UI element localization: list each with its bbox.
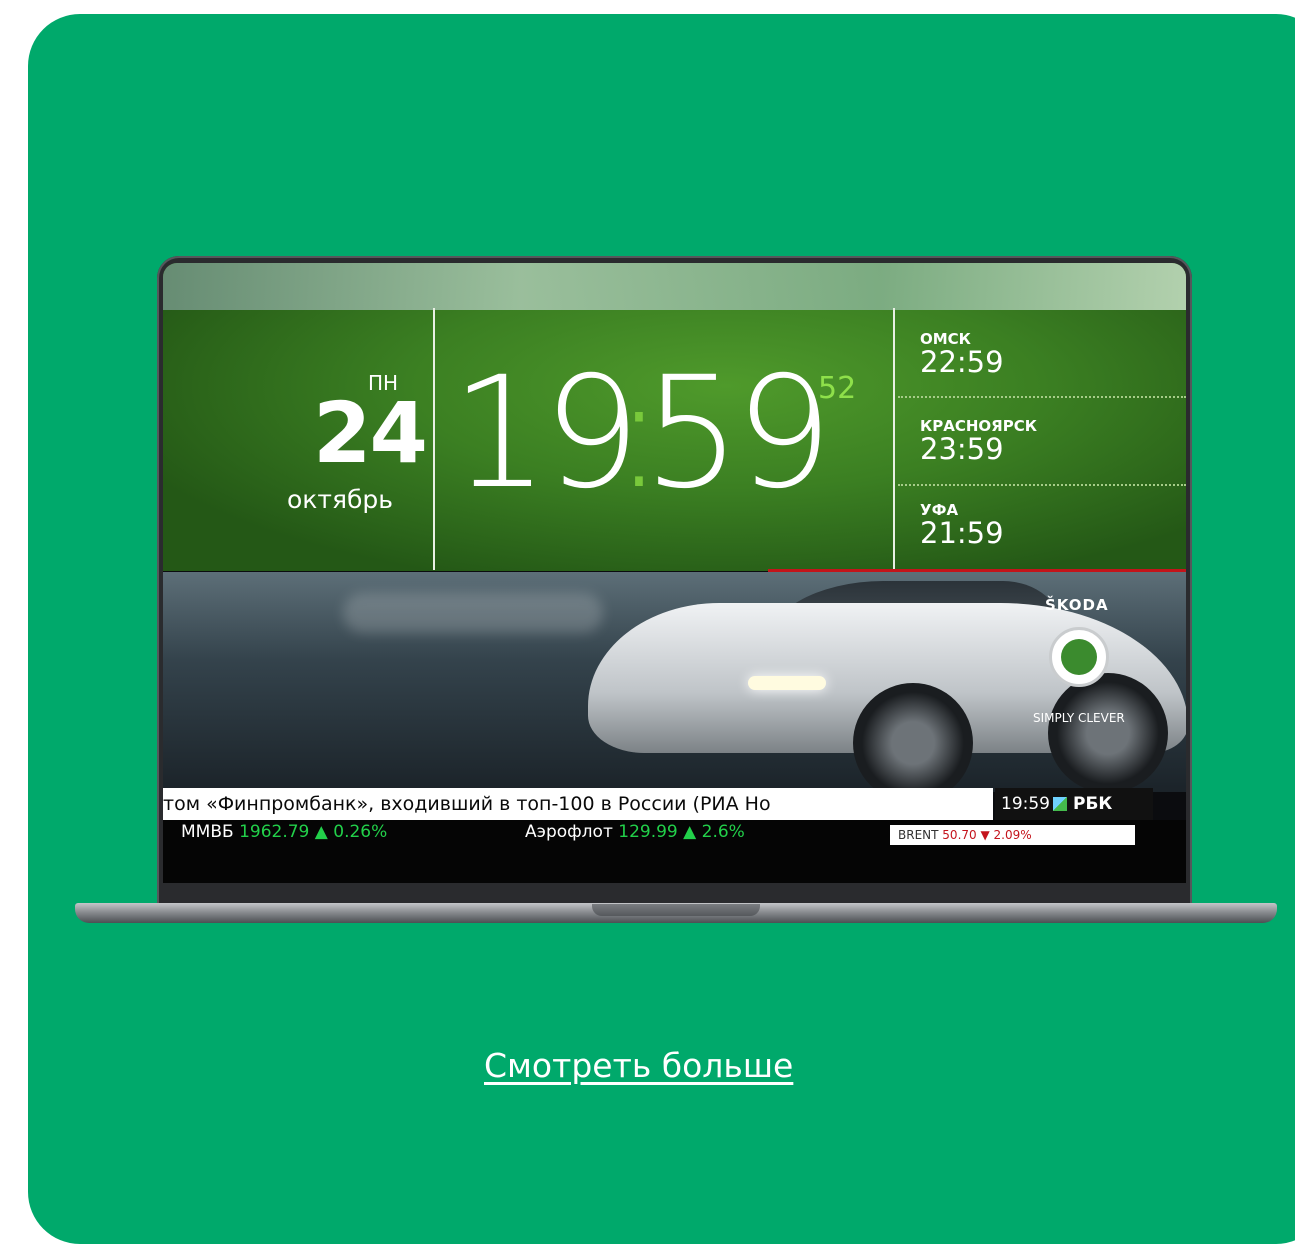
news-ticker: том «Финпромбанк», входивший в топ-100 в… [163, 788, 993, 820]
divider [433, 308, 435, 570]
city-time: 22:59 [920, 345, 1004, 379]
see-more-link[interactable]: Смотреть больше [484, 1046, 793, 1085]
clock-seconds: 52 [818, 371, 857, 406]
stock-name: ММВБ [181, 822, 234, 842]
channel-time: 19:59 [1001, 794, 1050, 814]
channel-name: РБК [1073, 794, 1113, 814]
divider [898, 396, 1186, 398]
city-time: 21:59 [920, 516, 1004, 550]
car-headlight [748, 676, 826, 690]
ceiling-light [343, 593, 603, 633]
tv-top-strip [163, 263, 1186, 310]
stock-item: ММВБ 1962.79 ▲ 0.26% [181, 822, 387, 842]
channel-badge: 19:59 РБК [995, 788, 1153, 820]
stock-value: 129.99 ▲ 2.6% [618, 822, 745, 842]
skoda-logo-icon [1049, 627, 1109, 687]
ad-slogan: SIMPLY CLEVER [1033, 711, 1125, 725]
brent-change: ▼ 2.09% [980, 828, 1032, 842]
car-wheel [1048, 673, 1168, 793]
stock-name: Аэрофлот [525, 822, 613, 842]
clock-hours: 19 [451, 344, 641, 523]
clock-minutes: 59 [643, 344, 833, 523]
car-wheel [853, 683, 973, 803]
day-number: 24 [313, 384, 428, 482]
rbk-logo-icon [1053, 797, 1067, 811]
ad-brand: ŠKODA [1045, 596, 1109, 614]
brent-quote: BRENT 50.70 ▼ 2.09% [890, 825, 1135, 845]
month: октябрь [287, 485, 394, 514]
brent-value: 50.70 [942, 828, 977, 842]
stock-value: 1962.79 ▲ 0.26% [239, 822, 388, 842]
city-time: 23:59 [920, 432, 1004, 466]
stock-item: Аэрофлот 129.99 ▲ 2.6% [525, 822, 745, 842]
laptop-display: ПН 24 октябрь 19 : 59 52 ОМСК 22:59 КРАС… [163, 263, 1186, 883]
brent-label: BRENT [898, 828, 939, 842]
laptop-notch [592, 904, 760, 916]
divider [893, 308, 895, 570]
divider [898, 484, 1186, 486]
